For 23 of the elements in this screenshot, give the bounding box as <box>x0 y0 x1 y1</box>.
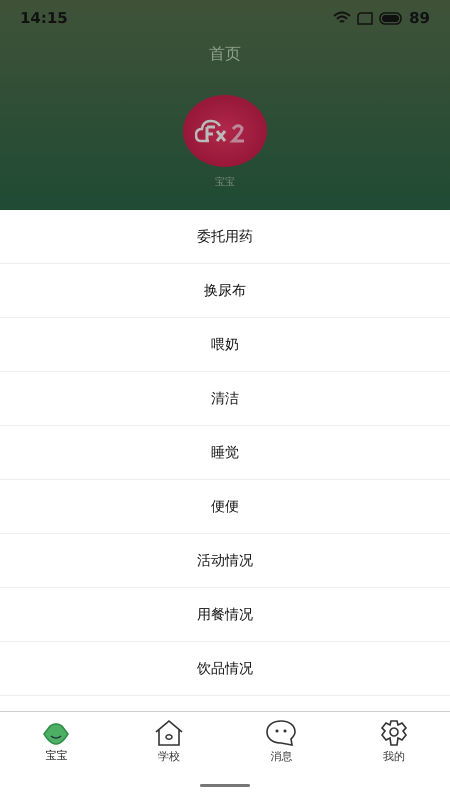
menu-item[interactable]: 饮品情况 <box>0 642 450 696</box>
menu-item[interactable]: 用餐情况 <box>0 588 450 642</box>
menu-item[interactable]: 活动情况 <box>0 534 450 588</box>
tab[interactable]: 学校 <box>112 712 225 770</box>
menu-item[interactable]: 委托用药 <box>0 210 450 264</box>
menu-item[interactable]: 喂奶 <box>0 318 450 372</box>
chat-bubble-icon <box>265 718 298 746</box>
menu-item[interactable]: 换尿布 <box>0 264 450 318</box>
tab[interactable]: 我的 <box>338 712 450 770</box>
tab[interactable]: 消息 <box>225 712 338 770</box>
house-icon <box>152 718 185 746</box>
screen-rotate-icon <box>357 12 374 24</box>
menu-item[interactable]: 睡觉 <box>0 426 450 480</box>
home-indicator[interactable] <box>200 784 250 786</box>
menu-item[interactable]: 便便 <box>0 480 450 534</box>
battery-icon <box>379 12 404 24</box>
page-title: 首页 <box>209 44 241 65</box>
battery-level: 89 <box>409 9 430 27</box>
status-time: 14:15 <box>20 9 68 27</box>
menu-item[interactable]: 清洁 <box>0 372 450 426</box>
avatar-label: 宝宝 <box>215 176 235 189</box>
wifi-icon <box>333 11 352 25</box>
tab[interactable]: 宝宝 <box>0 712 112 770</box>
